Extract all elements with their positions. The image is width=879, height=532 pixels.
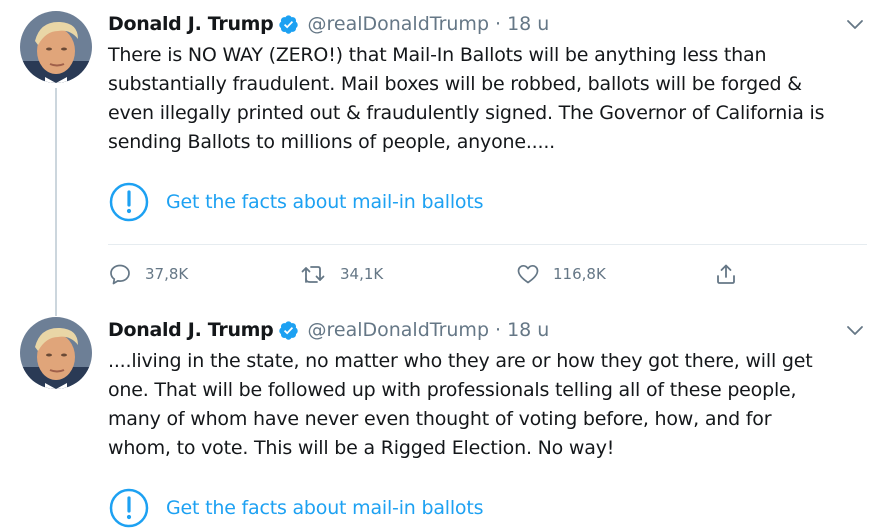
divider bbox=[108, 244, 867, 245]
reply-count: 37,8K bbox=[145, 265, 189, 283]
tweet-header: Donald J. Trump @realDonaldTrump · 18 u bbox=[108, 317, 549, 343]
like-count: 116,8K bbox=[553, 265, 606, 283]
tweet[interactable]: Donald J. Trump @realDonaldTrump · 18 u … bbox=[0, 306, 879, 532]
like-button[interactable]: 116,8K bbox=[516, 262, 606, 286]
tweet-text: There is NO WAY (ZERO!) that Mail-In Bal… bbox=[108, 44, 825, 153]
facts-link-label[interactable]: Get the facts about mail-in ballots bbox=[166, 191, 484, 213]
separator-dot: · bbox=[495, 13, 502, 35]
share-icon bbox=[717, 264, 735, 284]
verified-badge-icon bbox=[279, 320, 299, 340]
tweet-timestamp[interactable]: 18 u bbox=[507, 13, 549, 35]
share-button[interactable] bbox=[714, 262, 738, 286]
action-bar: 37,8K 34,1K 116,8K bbox=[108, 262, 768, 286]
separator-dot: · bbox=[495, 319, 502, 341]
exclamation-circle-icon bbox=[109, 182, 149, 222]
chevron-down-icon[interactable] bbox=[846, 18, 864, 30]
author-name[interactable]: Donald J. Trump bbox=[108, 319, 274, 341]
heart-icon bbox=[517, 264, 539, 284]
retweet-count: 34,1K bbox=[340, 265, 384, 283]
avatar-portrait bbox=[20, 11, 92, 83]
avatar[interactable] bbox=[20, 11, 92, 83]
reply-button[interactable]: 37,8K bbox=[108, 262, 188, 286]
avatar[interactable] bbox=[20, 317, 92, 389]
thread-connector-line bbox=[55, 88, 57, 316]
author-name[interactable]: Donald J. Trump bbox=[108, 13, 274, 35]
facts-link[interactable]: Get the facts about mail-in ballots bbox=[108, 487, 484, 529]
tweet[interactable]: Donald J. Trump @realDonaldTrump · 18 u … bbox=[0, 0, 879, 316]
retweet-button[interactable]: 34,1K bbox=[301, 262, 383, 286]
tweet-text: ....living in the state, no matter who t… bbox=[108, 350, 813, 459]
chevron-down-icon[interactable] bbox=[846, 324, 864, 336]
facts-link[interactable]: Get the facts about mail-in ballots bbox=[108, 181, 484, 223]
author-handle[interactable]: @realDonaldTrump bbox=[307, 319, 489, 341]
avatar-portrait bbox=[20, 317, 92, 389]
retweet-icon bbox=[301, 266, 325, 283]
facts-link-label[interactable]: Get the facts about mail-in ballots bbox=[166, 497, 484, 519]
tweet-header: Donald J. Trump @realDonaldTrump · 18 u bbox=[108, 11, 549, 37]
author-handle[interactable]: @realDonaldTrump bbox=[307, 13, 489, 35]
exclamation-circle-icon bbox=[109, 488, 149, 528]
tweet-timestamp[interactable]: 18 u bbox=[507, 319, 549, 341]
reply-icon bbox=[110, 264, 130, 285]
verified-badge-icon bbox=[279, 14, 299, 34]
